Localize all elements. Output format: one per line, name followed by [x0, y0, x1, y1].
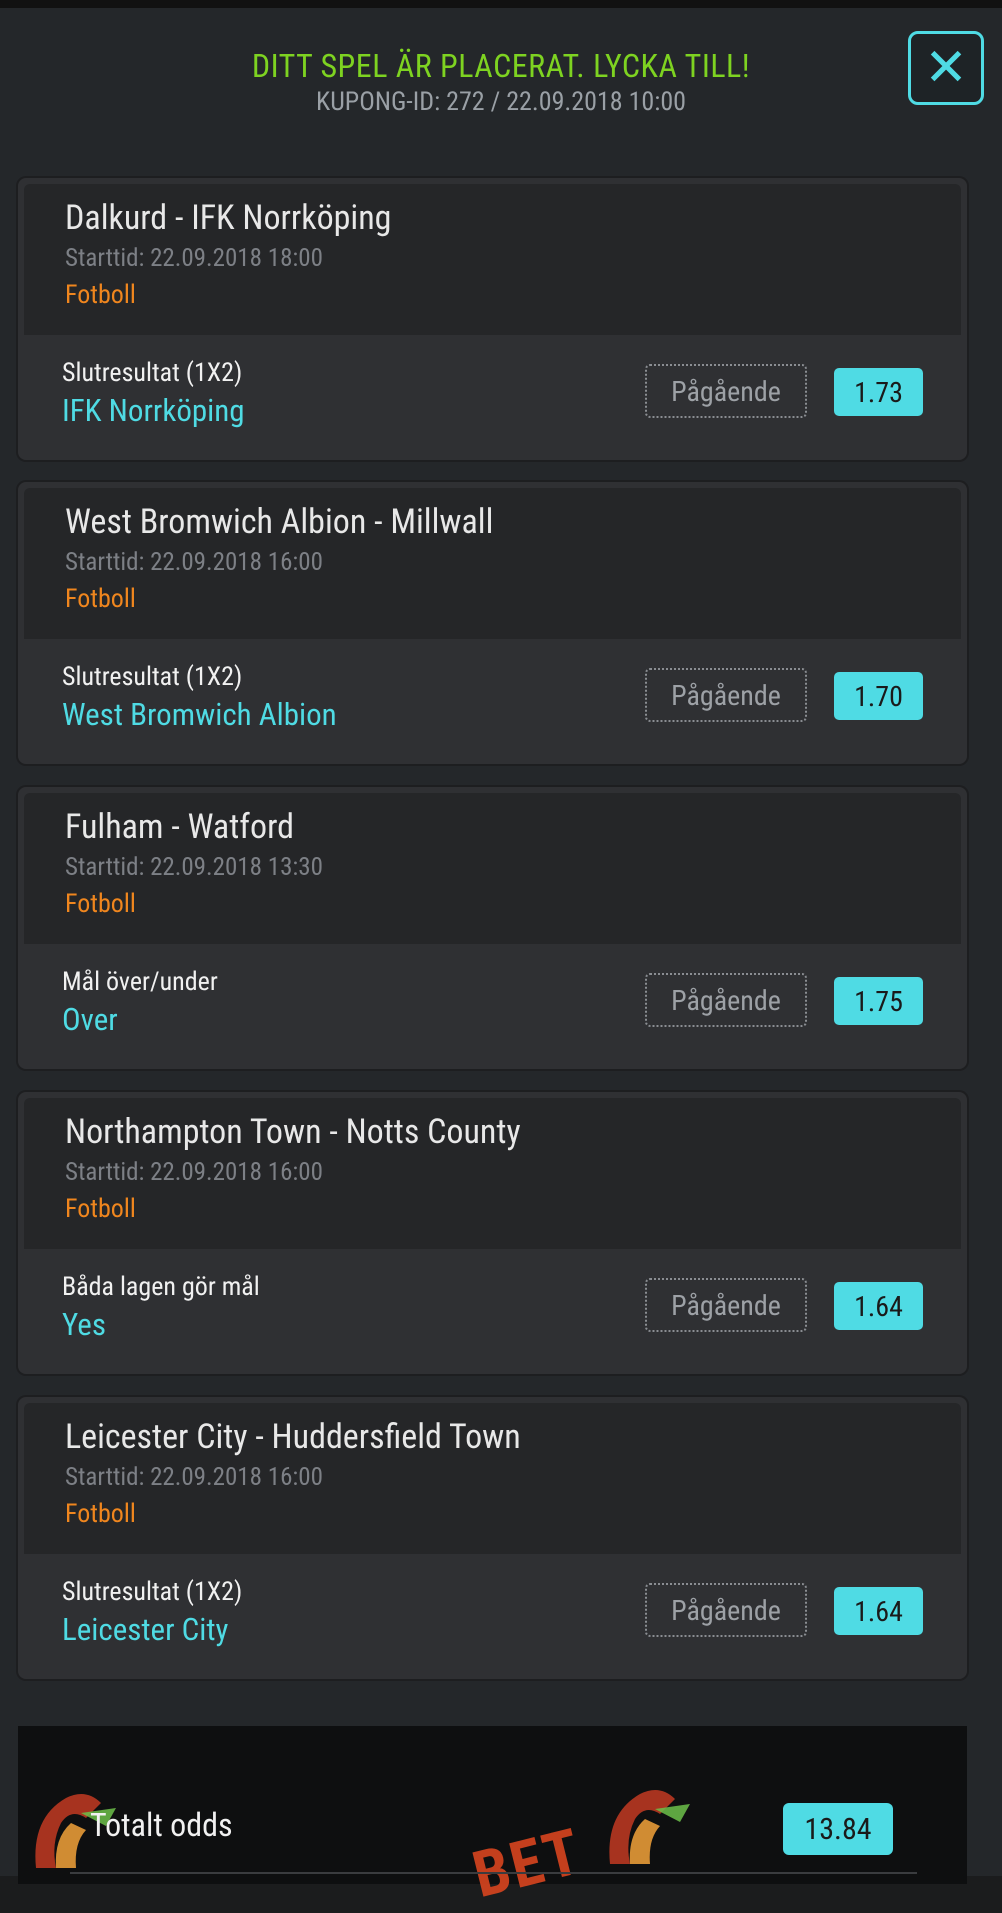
odds-badge: 1.75	[834, 977, 923, 1025]
match-name: West Bromwich Albion - Millwall	[65, 502, 494, 542]
confirmation-title: DITT SPEL ÄR PLACERAT. LYCKA TILL!	[251, 47, 751, 85]
confirmation-header: DITT SPEL ÄR PLACERAT. LYCKA TILL! KUPON…	[0, 46, 1002, 118]
status-badge: Pågående	[645, 668, 807, 722]
selection: Leicester City	[62, 1611, 229, 1648]
close-icon: ✕	[924, 38, 968, 98]
status-badge: Pågående	[645, 973, 807, 1027]
total-odds-section: BET Totalt odds 13.84	[18, 1726, 967, 1913]
close-button[interactable]: ✕	[908, 31, 984, 105]
watermark-logo-icon	[609, 1790, 690, 1864]
selection: Over	[62, 1001, 118, 1038]
match-name: Northampton Town - Notts County	[65, 1112, 521, 1152]
start-time: Starttid: 22.09.2018 18:00	[65, 244, 323, 273]
market-name: Båda lagen gör mål	[62, 1272, 260, 1302]
match-name: Dalkurd - IFK Norrköping	[65, 198, 392, 238]
start-time: Starttid: 22.09.2018 16:00	[65, 1158, 323, 1187]
sport-label: Fotboll	[65, 1499, 136, 1529]
match-name: Leicester City - Huddersfield Town	[65, 1417, 521, 1457]
sport-label: Fotboll	[65, 1194, 136, 1224]
coupon-id: KUPONG-ID: 272 / 22.09.2018 10:00	[316, 87, 686, 117]
odds-badge: 1.64	[834, 1587, 923, 1635]
selection: IFK Norrköping	[62, 392, 245, 429]
sport-label: Fotboll	[65, 584, 136, 614]
sport-label: Fotboll	[65, 280, 136, 310]
bet-confirmation-panel: DITT SPEL ÄR PLACERAT. LYCKA TILL! KUPON…	[0, 8, 1002, 1913]
status-badge: Pågående	[645, 364, 807, 418]
selection: West Bromwich Albion	[62, 696, 337, 733]
odds-badge: 1.73	[834, 368, 923, 416]
market-name: Slutresultat (1X2)	[62, 662, 243, 692]
selection: Yes	[62, 1306, 106, 1343]
watermark-text: BET	[465, 1813, 590, 1913]
match-name: Fulham - Watford	[65, 807, 295, 847]
bet-card: West Bromwich Albion - Millwall Starttid…	[18, 482, 967, 764]
top-border	[0, 0, 1002, 8]
bet-card: Northampton Town - Notts County Starttid…	[18, 1092, 967, 1374]
bet-card: Dalkurd - IFK Norrköping Starttid: 22.09…	[18, 178, 967, 460]
total-odds-label: Totalt odds	[90, 1806, 233, 1844]
bet-card: Leicester City - Huddersfield Town Start…	[18, 1397, 967, 1679]
status-badge: Pågående	[645, 1583, 807, 1637]
market-name: Slutresultat (1X2)	[62, 358, 243, 388]
start-time: Starttid: 22.09.2018 13:30	[65, 853, 323, 882]
status-badge: Pågående	[645, 1278, 807, 1332]
market-name: Mål över/under	[62, 967, 218, 997]
sport-label: Fotboll	[65, 889, 136, 919]
start-time: Starttid: 22.09.2018 16:00	[65, 548, 323, 577]
start-time: Starttid: 22.09.2018 16:00	[65, 1463, 323, 1492]
odds-badge: 1.70	[834, 672, 923, 720]
bet-card: Fulham - Watford Starttid: 22.09.2018 13…	[18, 787, 967, 1069]
market-name: Slutresultat (1X2)	[62, 1577, 243, 1607]
total-odds-value: 13.84	[783, 1803, 893, 1855]
divider	[70, 1872, 917, 1874]
odds-badge: 1.64	[834, 1282, 923, 1330]
